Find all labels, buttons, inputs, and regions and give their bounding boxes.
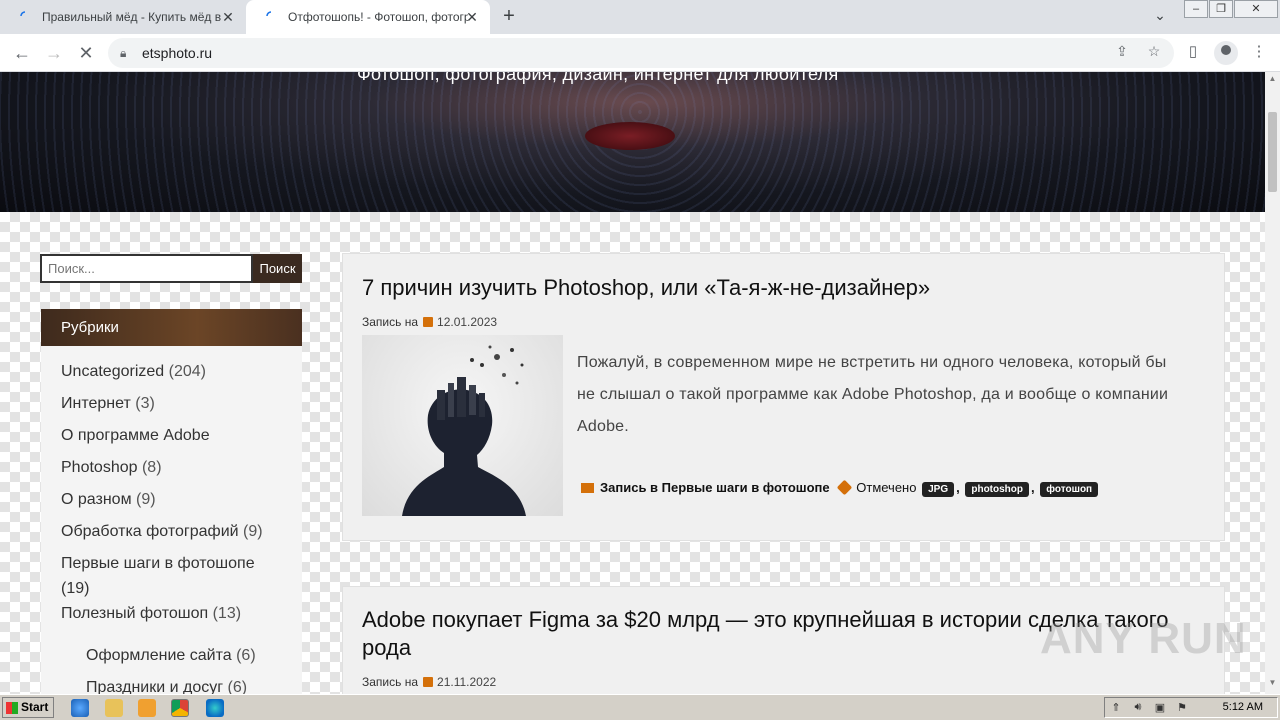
post-date[interactable]: 21.11.2022 — [437, 675, 496, 689]
search-input[interactable] — [40, 254, 253, 283]
scrollbar-thumb[interactable] — [1268, 112, 1277, 192]
media-player-icon[interactable] — [138, 699, 156, 717]
loading-icon — [266, 11, 272, 17]
page-viewport: Фотошоп, фотография, дизайн, интернет дл… — [0, 72, 1265, 694]
post-meta: Запись на 21.11.2022 — [362, 675, 496, 689]
system-tray: ⇑ 🔊︎ ▣ ⚑ 5:12 AM — [1104, 697, 1278, 718]
post-title[interactable]: 7 причин изучить Photoshop, или «Та-я-ж-… — [362, 274, 930, 302]
restore-button[interactable]: ❐ — [1209, 0, 1233, 18]
clock[interactable]: 5:12 AM — [1223, 701, 1263, 713]
category-link[interactable]: Обработка фотографий (9) — [61, 523, 263, 541]
post-card: 7 причин изучить Photoshop, или «Та-я-ж-… — [342, 253, 1225, 541]
folder-icon — [581, 483, 594, 493]
category-link[interactable]: Photoshop (8) — [61, 459, 162, 477]
category-link[interactable]: О программе Adobe — [61, 427, 210, 445]
category-count: (19) — [61, 580, 90, 597]
back-button[interactable]: ← — [10, 41, 34, 65]
category-link[interactable]: О разном (9) — [61, 491, 156, 509]
posted-in-label: Запись в — [600, 480, 659, 495]
loading-icon — [20, 11, 26, 17]
banner-lips — [585, 122, 675, 150]
chevron-down-icon[interactable]: ⌄ — [1150, 7, 1170, 27]
minimize-button[interactable]: – — [1184, 0, 1208, 18]
categories-widget-title: Рубрики — [41, 309, 302, 346]
browser-tab-1[interactable]: Правильный мёд - Купить мёд в К ✕ — [0, 0, 246, 34]
taskbar: Start ⇑ 🔊︎ ▣ ⚑ 5:12 AM — [0, 694, 1280, 720]
category-link[interactable]: Первые шаги в фотошопе — [61, 555, 255, 573]
stop-button[interactable]: ✕ — [74, 41, 98, 65]
category-link[interactable]: Полезный фотошоп (13) — [61, 605, 241, 623]
post-date[interactable]: 12.01.2023 — [437, 315, 497, 329]
edge-icon[interactable] — [206, 699, 224, 717]
tab-title: Правильный мёд - Купить мёд в К — [42, 10, 222, 24]
close-icon[interactable]: ✕ — [220, 9, 236, 25]
tag-icon — [836, 479, 853, 496]
calendar-icon — [423, 317, 434, 327]
site-tagline: Фотошоп, фотография, дизайн, интернет дл… — [357, 72, 839, 84]
anyrun-watermark: ANY RUN — [1040, 614, 1247, 663]
chrome-icon[interactable] — [171, 699, 189, 717]
post-excerpt: Пожалуй, в современном мире не встретить… — [577, 354, 1169, 435]
search-button[interactable]: Поиск — [253, 254, 302, 283]
post-footer: Запись в Первые шаги в фотошопе Отмечено… — [581, 479, 1100, 497]
tab-title: Отфотошопь! - Фотошоп, фотогр — [288, 10, 468, 24]
post-meta-label: Запись на — [362, 315, 419, 329]
tag-separator: , — [956, 480, 960, 495]
scroll-down-icon[interactable]: ▼ — [1265, 678, 1280, 692]
url-text: etsphoto.ru — [142, 45, 213, 61]
post-thumbnail[interactable] — [362, 335, 563, 516]
page-scrollbar[interactable]: ▲ ▼ — [1265, 72, 1280, 694]
address-bar[interactable]: 🔒︎ etsphoto.ru ⇪ ☆ — [108, 38, 1174, 68]
category-link[interactable]: Оформление сайта (6) — [86, 647, 256, 665]
lock-icon: 🔒︎ — [120, 46, 127, 60]
tag-link[interactable]: фотошоп — [1040, 482, 1099, 497]
close-icon[interactable]: ✕ — [464, 9, 480, 25]
new-tab-button[interactable]: + — [498, 6, 520, 28]
scroll-up-icon[interactable]: ▲ — [1265, 74, 1280, 88]
flag-icon[interactable]: ⚑ — [1175, 701, 1189, 715]
close-window-button[interactable]: ✕ — [1234, 0, 1278, 18]
share-icon[interactable]: ⇪ — [1112, 43, 1132, 63]
browser-tab-strip: Правильный мёд - Купить мёд в К ✕ Отфото… — [0, 0, 1280, 34]
category-link[interactable]: Интернет (3) — [61, 395, 155, 413]
chevron-up-icon[interactable]: ⇑ — [1109, 701, 1123, 715]
bookmark-star-icon[interactable]: ☆ — [1144, 43, 1164, 63]
forward-button[interactable]: → — [42, 41, 66, 65]
post-meta-label: Запись на — [362, 675, 419, 689]
tag-link[interactable]: JPG — [922, 482, 955, 497]
profile-avatar[interactable] — [1214, 41, 1238, 65]
tag-link[interactable]: photoshop — [965, 482, 1030, 497]
start-button[interactable]: Start — [2, 697, 54, 718]
category-link[interactable]: Праздники и досуг (6) — [86, 679, 247, 694]
side-panel-icon[interactable]: ▯ — [1182, 42, 1204, 64]
windows-logo-icon — [6, 702, 18, 714]
ie-icon[interactable] — [71, 699, 89, 717]
post-category-link[interactable]: Первые шаги в фотошопе — [662, 480, 830, 495]
network-icon[interactable]: ▣ — [1153, 701, 1167, 715]
browser-tab-2[interactable]: Отфотошопь! - Фотошоп, фотогр ✕ — [246, 0, 490, 34]
browser-toolbar: ← → ✕ 🔒︎ etsphoto.ru ⇪ ☆ ▯ ⋮ — [0, 34, 1280, 72]
folder-icon[interactable] — [105, 699, 123, 717]
menu-icon[interactable]: ⋮ — [1248, 42, 1270, 64]
thumbnail-illustration — [402, 345, 526, 516]
header-banner: Фотошоп, фотография, дизайн, интернет дл… — [0, 72, 1265, 212]
tagged-label: Отмечено — [856, 480, 917, 495]
volume-icon[interactable]: 🔊︎ — [1131, 701, 1145, 715]
category-link[interactable]: Uncategorized (204) — [61, 363, 206, 381]
post-meta: Запись на 12.01.2023 — [362, 315, 497, 329]
calendar-icon — [423, 677, 434, 687]
tag-separator: , — [1031, 480, 1035, 495]
